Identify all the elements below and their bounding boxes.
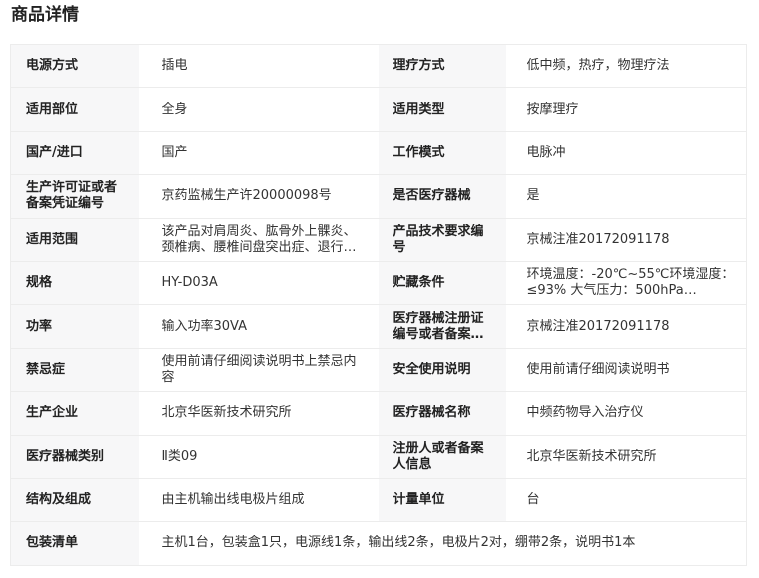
spec-value: 京械注准20172091178: [505, 217, 747, 262]
spec-label: 计量单位: [378, 477, 506, 522]
spec-row: 禁忌症 使用前请仔细阅读说明书上禁忌内容 安全使用说明 使用前请仔细阅读说明书: [10, 347, 747, 392]
spec-value: 插电: [138, 44, 379, 88]
spec-value: 全身: [138, 87, 379, 132]
spec-value: 使用前请仔细阅读说明书: [505, 347, 747, 392]
spec-value: HY-D03A: [138, 260, 379, 305]
spec-value: 低中频，热疗，物理疗法: [505, 44, 747, 88]
spec-value: 按摩理疗: [505, 87, 747, 132]
spec-row: 适用部位 全身 适用类型 按摩理疗: [10, 87, 747, 132]
spec-label: 安全使用说明: [378, 347, 506, 392]
spec-row: 医疗器械类别 Ⅱ类09 注册人或者备案人信息 北京华医新技术研究所: [10, 434, 747, 479]
spec-value: 北京华医新技术研究所: [505, 434, 747, 479]
spec-label: 医疗器械注册证编号或者备案…: [378, 304, 506, 349]
spec-label: 包装清单: [10, 521, 139, 566]
spec-row: 结构及组成 由主机输出线电极片组成 计量单位 台: [10, 477, 747, 522]
spec-label: 贮藏条件: [378, 260, 506, 305]
page-title: 商品详情: [11, 5, 79, 25]
spec-label: 适用部位: [10, 87, 139, 132]
spec-value: 京械注准20172091178: [505, 304, 747, 349]
spec-row: 适用范围 该产品对肩周炎、肱骨外上髁炎、颈椎病、腰椎间盘突出症、退行… 产品技术…: [10, 217, 747, 262]
spec-label: 产品技术要求编号: [378, 217, 506, 262]
spec-label: 理疗方式: [378, 44, 506, 88]
spec-label: 适用类型: [378, 87, 506, 132]
spec-row: 生产企业 北京华医新技术研究所 医疗器械名称 中频药物导入治疗仪: [10, 391, 747, 436]
spec-label: 电源方式: [10, 44, 139, 88]
spec-label: 是否医疗器械: [378, 174, 506, 219]
spec-label: 注册人或者备案人信息: [378, 434, 506, 479]
spec-value: 北京华医新技术研究所: [138, 391, 379, 436]
spec-value: 输入功率30VA: [138, 304, 379, 349]
spec-row: 功率 输入功率30VA 医疗器械注册证编号或者备案… 京械注准201720911…: [10, 304, 747, 349]
spec-label: 医疗器械名称: [378, 391, 506, 436]
spec-value: 该产品对肩周炎、肱骨外上髁炎、颈椎病、腰椎间盘突出症、退行…: [138, 217, 379, 262]
spec-value: 环境温度：-20℃~55℃环境湿度：≤93% 大气压力：500hPa…: [505, 260, 747, 305]
spec-row: 生产许可证或者备案凭证编号 京药监械生产许20000098号 是否医疗器械 是: [10, 174, 747, 219]
spec-row-packing-list: 包装清单 主机1台，包装盒1只，电源线1条，输出线2条，电极片2对，绷带2条，说…: [10, 521, 747, 566]
spec-value: 主机1台，包装盒1只，电源线1条，输出线2条，电极片2对，绷带2条，说明书1本: [138, 521, 747, 566]
spec-value: 国产: [138, 130, 379, 175]
spec-row: 规格 HY-D03A 贮藏条件 环境温度：-20℃~55℃环境湿度：≤93% 大…: [10, 260, 747, 305]
spec-label: 禁忌症: [10, 347, 139, 392]
spec-value: 中频药物导入治疗仪: [505, 391, 747, 436]
spec-row: 电源方式 插电 理疗方式 低中频，热疗，物理疗法: [10, 44, 747, 88]
spec-label: 国产/进口: [10, 130, 139, 175]
spec-value: 由主机输出线电极片组成: [138, 477, 379, 522]
spec-value: 京药监械生产许20000098号: [138, 174, 379, 219]
spec-label: 医疗器械类别: [10, 434, 139, 479]
spec-label: 功率: [10, 304, 139, 349]
spec-label: 适用范围: [10, 217, 139, 262]
spec-row: 国产/进口 国产 工作模式 电脉冲: [10, 130, 747, 175]
spec-value: Ⅱ类09: [138, 434, 379, 479]
spec-value: 电脉冲: [505, 130, 747, 175]
spec-label: 结构及组成: [10, 477, 139, 522]
product-spec-table: 电源方式 插电 理疗方式 低中频，热疗，物理疗法 适用部位 全身 适用类型 按摩…: [10, 44, 747, 566]
spec-value: 是: [505, 174, 747, 219]
spec-value: 台: [505, 477, 747, 522]
spec-label: 规格: [10, 260, 139, 305]
spec-label: 工作模式: [378, 130, 506, 175]
spec-value: 使用前请仔细阅读说明书上禁忌内容: [138, 347, 379, 392]
spec-label: 生产许可证或者备案凭证编号: [10, 174, 139, 219]
spec-label: 生产企业: [10, 391, 139, 436]
